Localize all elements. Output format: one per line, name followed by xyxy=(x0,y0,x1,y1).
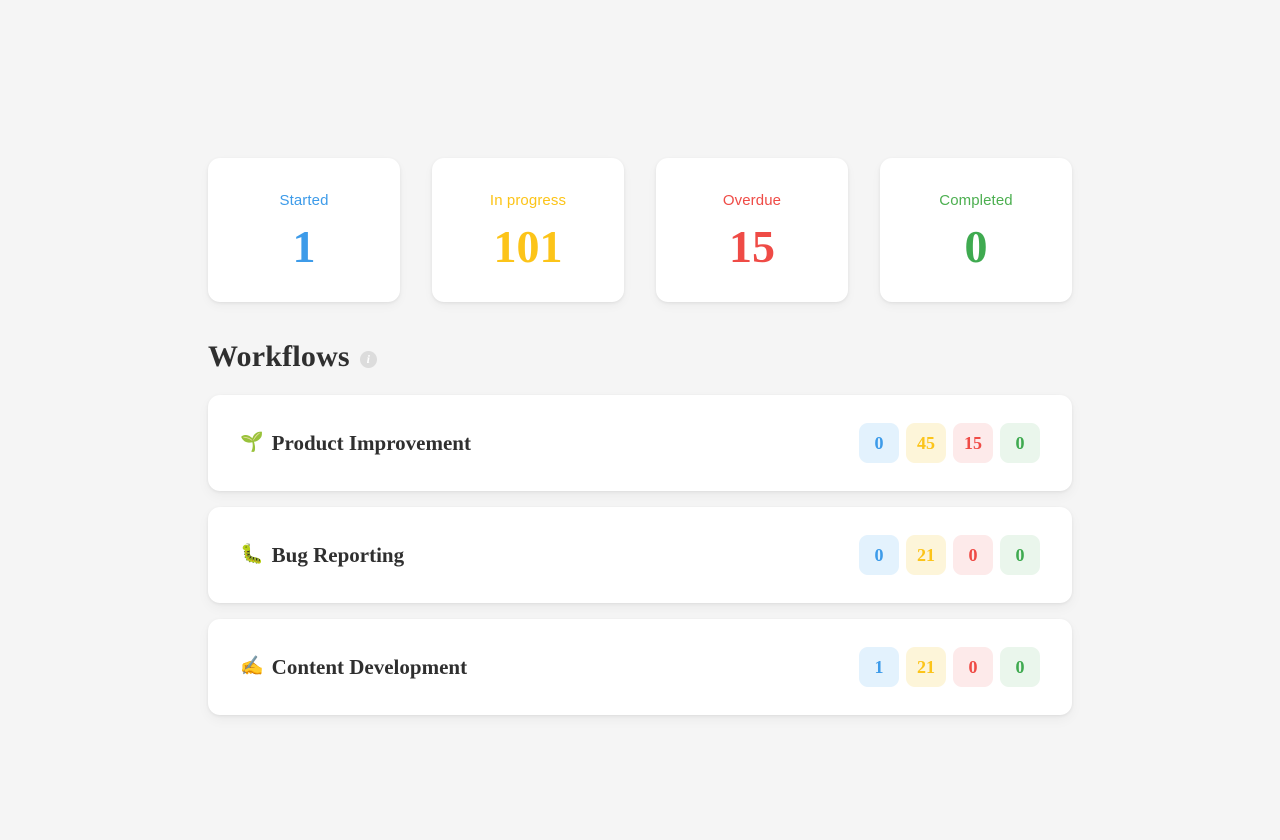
stat-label-started: Started xyxy=(279,192,329,209)
stat-card-in-progress[interactable]: In progress 101 xyxy=(432,158,624,302)
workflow-badges: 0 45 15 0 xyxy=(859,423,1040,463)
badge-in-progress[interactable]: 21 xyxy=(906,647,946,687)
stat-card-completed[interactable]: Completed 0 xyxy=(880,158,1072,302)
page-title: Workflows xyxy=(208,340,350,373)
stat-card-started[interactable]: Started 1 xyxy=(208,158,400,302)
dashboard-content: Started 1 In progress 101 Overdue 15 Com… xyxy=(208,158,1072,715)
badge-in-progress[interactable]: 21 xyxy=(906,535,946,575)
list-item[interactable]: 🐛 Bug Reporting 0 21 0 0 xyxy=(208,507,1072,603)
workflow-name-group: ✍️ Content Development xyxy=(240,654,467,680)
workflow-label: Bug Reporting xyxy=(271,543,405,567)
list-item[interactable]: ✍️ Content Development 1 21 0 0 xyxy=(208,619,1072,715)
stat-label-in-progress: In progress xyxy=(489,192,567,209)
info-icon[interactable]: i xyxy=(359,350,377,368)
bug-emoji: 🐛 xyxy=(240,544,264,565)
workflow-badges: 1 21 0 0 xyxy=(859,647,1040,687)
badge-started[interactable]: 0 xyxy=(859,423,899,463)
badge-overdue[interactable]: 0 xyxy=(953,535,993,575)
dashboard-page: Started 1 In progress 101 Overdue 15 Com… xyxy=(0,0,1280,840)
stat-value-in-progress: 101 xyxy=(493,221,563,272)
workflow-list: 🌱 Product Improvement 0 45 15 0 🐛 Bug Re… xyxy=(208,395,1072,715)
badge-in-progress[interactable]: 45 xyxy=(906,423,946,463)
badge-completed[interactable]: 0 xyxy=(1000,647,1040,687)
stats-summary-row: Started 1 In progress 101 Overdue 15 Com… xyxy=(208,158,1072,302)
workflows-section-header: Workflows i xyxy=(208,340,1072,374)
badge-started[interactable]: 0 xyxy=(859,535,899,575)
badge-completed[interactable]: 0 xyxy=(1000,535,1040,575)
writing-hand-emoji: ✍️ xyxy=(240,656,264,677)
stat-value-completed: 0 xyxy=(964,221,988,272)
workflow-badges: 0 21 0 0 xyxy=(859,535,1040,575)
stat-value-started: 1 xyxy=(292,221,316,272)
list-item[interactable]: 🌱 Product Improvement 0 45 15 0 xyxy=(208,395,1072,491)
badge-overdue[interactable]: 15 xyxy=(953,423,993,463)
workflow-name-group: 🌱 Product Improvement xyxy=(240,430,471,456)
badge-completed[interactable]: 0 xyxy=(1000,423,1040,463)
stat-label-overdue: Overdue xyxy=(722,192,782,209)
badge-overdue[interactable]: 0 xyxy=(953,647,993,687)
seedling-emoji: 🌱 xyxy=(240,432,264,453)
workflow-label: Product Improvement xyxy=(271,431,471,455)
stat-card-overdue[interactable]: Overdue 15 xyxy=(656,158,848,302)
stat-value-overdue: 15 xyxy=(729,221,775,272)
workflow-label: Content Development xyxy=(271,655,468,679)
badge-started[interactable]: 1 xyxy=(859,647,899,687)
stat-label-completed: Completed xyxy=(939,192,1013,209)
workflow-name-group: 🐛 Bug Reporting xyxy=(240,542,404,568)
